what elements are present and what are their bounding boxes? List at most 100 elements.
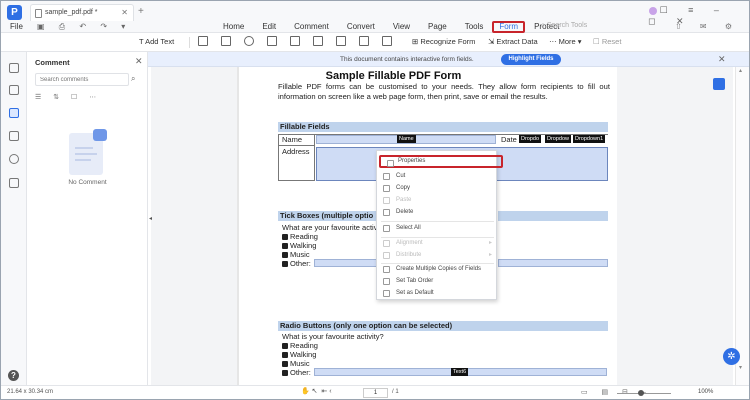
new-tab-button[interactable]: + xyxy=(138,6,144,17)
dropdown-field-1[interactable]: Dropdo xyxy=(519,135,542,143)
delete-icon xyxy=(383,209,390,216)
reset-button[interactable]: ☐ Reset xyxy=(593,37,621,46)
tick-checkbox-music[interactable] xyxy=(282,252,288,258)
dropdown-field-3[interactable]: Dropdown1 xyxy=(573,135,606,143)
left-sidebar-rail: ? xyxy=(1,52,27,385)
close-icon[interactable]: ✕ xyxy=(135,56,143,67)
radio-music[interactable] xyxy=(282,361,288,367)
comment-icon[interactable] xyxy=(9,108,19,118)
search-panel-icon[interactable] xyxy=(9,154,19,164)
context-menu-label: Cut xyxy=(396,173,406,179)
illustration-line xyxy=(75,159,91,161)
tick-other-field[interactable] xyxy=(314,259,377,267)
search-tools[interactable]: ⌕ Search Tools xyxy=(541,22,587,30)
menu-tools[interactable]: Tools xyxy=(456,21,493,33)
comment-search-input[interactable] xyxy=(35,73,129,86)
extract-data-button[interactable]: ⇲ Extract Data xyxy=(488,37,538,46)
document-tab-title: sample_pdf.pdf * xyxy=(45,9,98,16)
text-field-icon[interactable] xyxy=(198,36,208,46)
radio-button-icon[interactable] xyxy=(244,36,254,46)
help-icon[interactable]: ? xyxy=(8,370,19,381)
share-icons[interactable]: ⇧ ✉ ⚙ xyxy=(675,22,740,31)
signature-field-icon[interactable] xyxy=(382,36,392,46)
menu-form[interactable]: Form xyxy=(492,21,526,33)
page-navigation-icons[interactable]: ✋ ↖ ⇤ ‹ xyxy=(301,387,332,395)
combo-box-icon[interactable] xyxy=(290,36,300,46)
page-number-input[interactable]: 1 xyxy=(363,388,388,398)
recognize-form-label: Recognize Form xyxy=(420,37,476,46)
tick-checkbox-reading[interactable] xyxy=(282,234,288,240)
close-tab-icon[interactable]: ✕ xyxy=(121,8,128,17)
name-field-tag: Name xyxy=(397,135,416,143)
highlight-fields-button[interactable]: Highlight Fields xyxy=(501,54,561,65)
context-menu-delete[interactable]: Delete xyxy=(377,206,498,219)
radio-option-other: Other: xyxy=(290,368,311,377)
bookmark-icon[interactable] xyxy=(9,85,19,95)
recognize-form-button[interactable]: ⊞ Recognize Form xyxy=(412,37,475,46)
scroll-down-icon[interactable]: ▾ xyxy=(739,364,742,371)
image-field-icon[interactable] xyxy=(336,36,346,46)
title-bar: P sample_pdf.pdf * ✕ + File ▣ ⎙ ↶ ↷ ▾ Ho… xyxy=(1,1,749,33)
list-box-icon[interactable] xyxy=(267,36,277,46)
scroll-up-icon[interactable]: ▴ xyxy=(739,67,742,74)
comment-filter-icons[interactable]: ☰ ⇅ ☐ ⋯ xyxy=(35,93,101,101)
comment-panel: Comment ✕ ⌕ ☰ ⇅ ☐ ⋯ No Comment xyxy=(27,52,148,385)
tick-checkbox-walking[interactable] xyxy=(282,243,288,249)
menu-home[interactable]: Home xyxy=(214,21,253,33)
radio-walking[interactable] xyxy=(282,352,288,358)
comment-panel-title: Comment xyxy=(35,58,70,67)
attachment-icon[interactable] xyxy=(9,131,19,141)
properties-panel-icon[interactable] xyxy=(713,78,725,90)
menu-convert[interactable]: Convert xyxy=(338,21,384,33)
zoom-level[interactable]: 100% xyxy=(698,389,713,395)
context-menu-label: Paste xyxy=(396,197,412,203)
more-button[interactable]: ⋯ More ▾ xyxy=(549,37,582,46)
address-label: Address xyxy=(282,147,310,156)
search-icon[interactable]: ⌕ xyxy=(131,74,135,84)
tick-checkbox-other[interactable] xyxy=(282,261,288,267)
context-menu-properties[interactable]: Properties xyxy=(379,155,503,168)
add-text-button[interactable]: T Add Text xyxy=(139,37,174,46)
dropdown-field-2[interactable]: Dropdow xyxy=(545,135,572,143)
add-text-label: Add Text xyxy=(145,37,175,46)
name-label: Name xyxy=(282,135,303,144)
radio-option-walking: Walking xyxy=(290,350,317,359)
file-menu[interactable]: File xyxy=(10,22,23,31)
zoom-slider-handle[interactable] xyxy=(638,390,644,396)
menu-edit[interactable]: Edit xyxy=(253,21,285,33)
vertical-scrollbar[interactable]: ▴ ▾ xyxy=(735,67,749,385)
checkbox-field-icon[interactable] xyxy=(221,36,231,46)
context-menu-select-all[interactable]: Select All xyxy=(377,222,498,235)
menu-comment[interactable]: Comment xyxy=(285,21,338,33)
context-menu-distribute[interactable]: Distribute ▸ xyxy=(377,249,498,262)
reset-icon: ☐ xyxy=(593,37,602,46)
cut-icon xyxy=(383,173,390,180)
tick-question: What are your favourite activi xyxy=(282,223,380,232)
thumbnail-icon[interactable] xyxy=(9,63,19,73)
empty-comment-illustration xyxy=(69,129,107,175)
context-menu-set-default[interactable]: Set as Default xyxy=(377,287,498,300)
more-icon: ⋯ xyxy=(549,37,559,46)
date-field-icon[interactable] xyxy=(359,36,369,46)
context-menu-label: Set as Default xyxy=(396,290,434,296)
ai-assistant-icon[interactable]: ✲ xyxy=(723,348,740,365)
document-tab[interactable]: sample_pdf.pdf * ✕ xyxy=(30,4,134,21)
menu-view[interactable]: View xyxy=(384,21,419,33)
radio-reading[interactable] xyxy=(282,343,288,349)
document-icon xyxy=(35,9,42,18)
close-icon[interactable]: ✕ xyxy=(718,54,726,65)
tick-other-field-continued[interactable] xyxy=(498,259,608,267)
table-line xyxy=(278,180,314,181)
layers-icon[interactable] xyxy=(9,178,19,188)
tick-option-other: Other: xyxy=(290,259,311,268)
collapse-panel-arrow-icon[interactable]: ◂ xyxy=(149,215,152,222)
button-field-icon[interactable] xyxy=(313,36,323,46)
toolbar-divider xyxy=(189,37,190,48)
radio-other[interactable] xyxy=(282,370,288,376)
menu-page[interactable]: Page xyxy=(419,21,456,33)
pdf-title: Sample Fillable PDF Form xyxy=(325,70,462,82)
tick-option-walking: Walking xyxy=(290,241,317,250)
chevron-right-icon: ▸ xyxy=(488,252,492,258)
zoom-slider[interactable] xyxy=(617,393,671,394)
quick-access-icons[interactable]: ▣ ⎙ ↶ ↷ ▾ xyxy=(37,22,131,32)
